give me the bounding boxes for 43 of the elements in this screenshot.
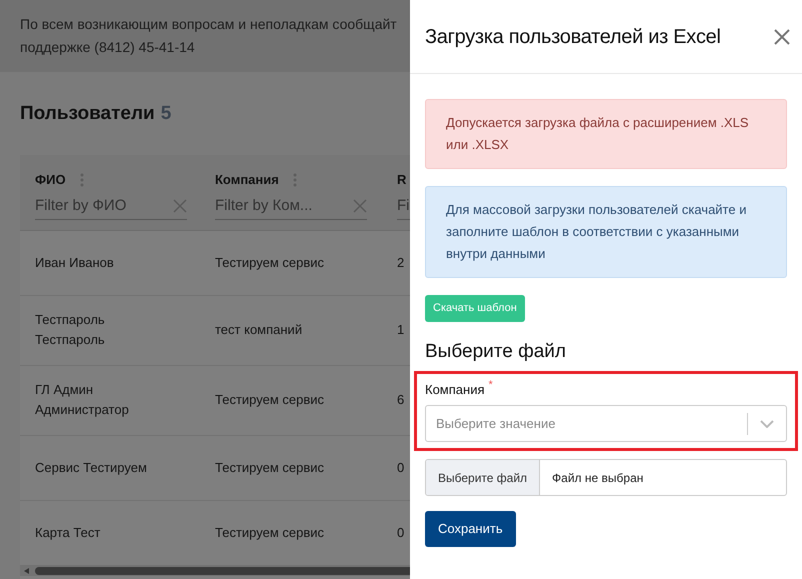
table-cell-text: Тестируем сервис bbox=[215, 524, 326, 542]
table-cell-text: 2 bbox=[397, 254, 406, 272]
file-field[interactable]: Выберите файл Файл не выбран bbox=[425, 459, 787, 496]
table-cell-text: Тестируем сервис bbox=[215, 458, 326, 477]
alert-message: Для массовой загрузки пользователей скачайте и заполните шаблон в соответствии с указанными внутри данными bbox=[425, 186, 787, 278]
section-title: Выберите файл bbox=[425, 340, 567, 364]
table-cell-text: Карта Тест bbox=[35, 524, 102, 542]
column-menu-icon[interactable] bbox=[292, 172, 297, 186]
column-menu-icon[interactable] bbox=[80, 172, 84, 186]
column-header[interactable]: Компания bbox=[215, 170, 279, 190]
scroll-left-icon[interactable] bbox=[24, 568, 29, 574]
clear-icon[interactable] bbox=[353, 199, 367, 213]
table-cell-text: Сервис Тестируем bbox=[35, 458, 148, 477]
chevron-down-icon[interactable] bbox=[760, 420, 774, 428]
download-template-button[interactable]: Скачать шаблон bbox=[425, 295, 525, 322]
table-cell-text: Иван Иванов bbox=[35, 254, 115, 272]
table-cell-text: Тестируем сервис bbox=[215, 254, 326, 272]
page-title: Пользователи bbox=[20, 102, 155, 126]
drawer-title: Загрузка пользователей из Excel bbox=[425, 24, 721, 50]
table-cell-text: ГЛ Админ Администратор bbox=[35, 381, 130, 419]
horizontal-scrollbar[interactable] bbox=[20, 566, 410, 576]
table-cell-text: Тестпароль Тестпароль bbox=[35, 311, 106, 349]
clear-icon[interactable] bbox=[173, 199, 187, 213]
alert-message: Допускается загрузка файла с расширением .XLS или .XLSX bbox=[425, 99, 787, 169]
save-button[interactable]: Сохранить bbox=[425, 511, 516, 547]
column-header[interactable]: ФИО bbox=[35, 170, 66, 190]
choose-file-button[interactable]: Выберите файл bbox=[426, 460, 540, 495]
table-cell-text: 6 bbox=[397, 391, 406, 409]
filter-field[interactable]: Filter by ФИО bbox=[35, 194, 187, 220]
support-notice: По всем возникающим вопросам и неполадкам сообщайт bbox=[20, 15, 397, 34]
filter-field[interactable]: Filter by Ком... bbox=[215, 194, 367, 220]
table-cell-text: 1 bbox=[397, 321, 406, 339]
field-label: Компания bbox=[425, 380, 484, 398]
user-count: 5 bbox=[160, 102, 172, 126]
required-mark: * bbox=[488, 380, 493, 390]
column-header[interactable]: R bbox=[397, 170, 406, 190]
table-cell-text: 0 bbox=[397, 458, 406, 476]
table-cell-text: 0 bbox=[397, 524, 406, 542]
table-cell-text: тест компаний bbox=[215, 321, 304, 339]
company-select[interactable]: Выберите значение bbox=[425, 405, 787, 442]
file-status: Файл не выбран bbox=[551, 470, 644, 486]
table-cell-text: Тестируем сервис bbox=[215, 391, 326, 409]
support-notice: поддержке (8412) 45-41-14 bbox=[20, 38, 195, 57]
